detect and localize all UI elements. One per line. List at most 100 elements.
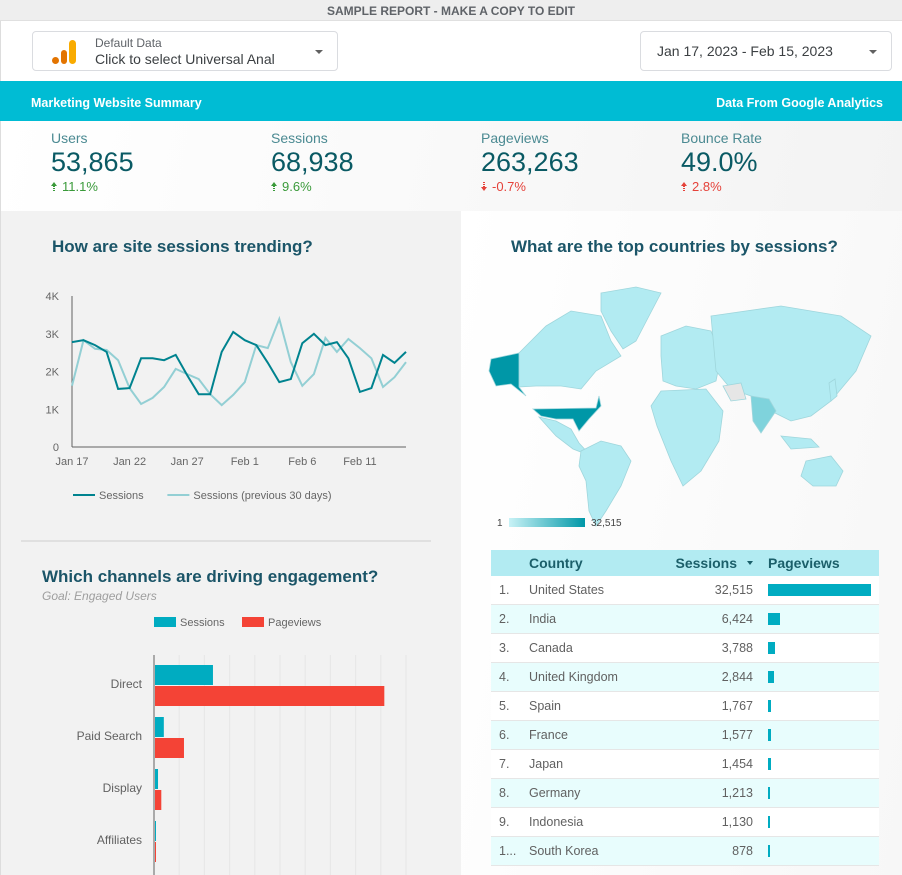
countries-table: Country Sessions Pageviews 1. United Stat… bbox=[491, 550, 879, 866]
country-south-america[interactable] bbox=[578, 440, 632, 527]
row-index: 7. bbox=[499, 757, 510, 771]
table-row[interactable]: 3. Canada 3,788 bbox=[491, 634, 879, 663]
sessions-geo-map[interactable]: 1 32,515 bbox=[461, 271, 902, 591]
date-range-picker[interactable]: Jan 17, 2023 - Feb 15, 2023 bbox=[640, 31, 892, 71]
kpi-value: 263,263 bbox=[481, 147, 579, 177]
channels-subtitle: Goal: Engaged Users bbox=[42, 589, 157, 603]
kpi-change-value: 2.8% bbox=[692, 179, 722, 194]
bar-affiliates-sessions[interactable] bbox=[155, 821, 156, 841]
row-pageviews bbox=[753, 671, 879, 683]
report-header: Marketing Website Summary Data From Goog… bbox=[0, 81, 902, 121]
row-index: 6. bbox=[499, 728, 510, 742]
google-analytics-icon bbox=[50, 39, 78, 65]
x-tick-label: Feb 11 bbox=[343, 456, 376, 468]
row-sessions: 1,213 bbox=[721, 786, 753, 800]
bar-direct-pageviews[interactable] bbox=[155, 686, 385, 706]
table-row[interactable]: 7. Japan 1,454 bbox=[491, 750, 879, 779]
pageviews-bar bbox=[768, 613, 781, 625]
category-label: Direct bbox=[111, 677, 143, 691]
data-source-value: Click to select Universal Anal bbox=[95, 51, 275, 67]
map-title: What are the top countries by sessions? bbox=[511, 237, 838, 256]
header-sessions-label: Sessions bbox=[675, 555, 737, 571]
table-header: Country Sessions Pageviews bbox=[491, 550, 879, 576]
bar-paid-search-pageviews[interactable] bbox=[155, 738, 184, 758]
controls-bar: Default Data Click to select Universal A… bbox=[0, 21, 902, 81]
row-pageviews bbox=[753, 845, 879, 857]
report-data-source: Data From Google Analytics bbox=[716, 96, 883, 110]
table-row[interactable]: 4. United Kingdom 2,844 bbox=[491, 663, 879, 692]
header-sessions[interactable]: Sessions bbox=[657, 555, 753, 571]
row-country: Indonesia bbox=[529, 815, 584, 829]
pageviews-bar bbox=[768, 584, 871, 596]
row-index: 1. bbox=[499, 583, 510, 597]
row-index: 1... bbox=[499, 844, 517, 858]
y-tick-label: 3K bbox=[46, 329, 60, 341]
kpi-users: Users 53,865 11.1% bbox=[51, 130, 134, 194]
x-tick-label: Feb 1 bbox=[231, 456, 259, 468]
pageviews-bar bbox=[768, 671, 775, 683]
kpi-label: Users bbox=[51, 130, 88, 146]
category-label: Affiliates bbox=[97, 833, 142, 847]
row-country: India bbox=[529, 612, 557, 626]
x-tick-label: Jan 27 bbox=[171, 456, 204, 468]
table-row[interactable]: 1. United States 32,515 bbox=[491, 576, 879, 605]
map-legend-gradient bbox=[509, 518, 585, 527]
bar-display-pageviews[interactable] bbox=[155, 790, 162, 810]
series-line-sessions-previous-30-days-[interactable] bbox=[71, 315, 407, 407]
series-line-sessions[interactable] bbox=[71, 330, 407, 396]
bar-affiliates-pageviews[interactable] bbox=[155, 842, 156, 862]
row-sessions: 878 bbox=[732, 844, 753, 858]
row-sessions: 1,454 bbox=[721, 757, 753, 771]
country-united-states[interactable] bbox=[531, 395, 602, 432]
header-country[interactable]: Country bbox=[529, 555, 657, 571]
bar-direct-sessions[interactable] bbox=[155, 665, 213, 685]
row-pageviews bbox=[753, 729, 879, 741]
arrow-down-icon bbox=[481, 182, 487, 191]
legend-label: Pageviews bbox=[268, 617, 322, 629]
row-pageviews bbox=[753, 758, 879, 770]
map-legend-max: 32,515 bbox=[591, 518, 622, 529]
data-source-selector[interactable]: Default Data Click to select Universal A… bbox=[32, 31, 338, 71]
x-tick-label: Jan 17 bbox=[55, 456, 88, 468]
row-sessions: 1,767 bbox=[721, 699, 753, 713]
country-indonesia[interactable] bbox=[780, 435, 820, 450]
table-row[interactable]: 6. France 1,577 bbox=[491, 721, 879, 750]
table-row[interactable]: 5. Spain 1,767 bbox=[491, 692, 879, 721]
country-canada[interactable] bbox=[518, 310, 622, 390]
data-source-label: Default Data bbox=[95, 36, 162, 50]
row-sessions: 1,130 bbox=[721, 815, 753, 829]
row-index: 8. bbox=[499, 786, 510, 800]
sessions-trend-chart[interactable]: 0 1K 2K 3K 4K Jan 17 Jan 22 Jan 27 Feb 1 Feb 6 Feb… bbox=[1, 211, 441, 511]
sample-report-banner: SAMPLE REPORT - MAKE A COPY TO EDIT bbox=[0, 0, 902, 21]
bar-display-sessions[interactable] bbox=[155, 769, 159, 789]
pageviews-bar bbox=[768, 845, 770, 857]
kpi-value: 49.0% bbox=[681, 147, 758, 177]
row-country: South Korea bbox=[529, 844, 599, 858]
country-australia[interactable] bbox=[800, 455, 844, 487]
row-pageviews bbox=[753, 613, 879, 625]
table-row[interactable]: 2. India 6,424 bbox=[491, 605, 879, 634]
row-index: 4. bbox=[499, 670, 510, 684]
left-panel: How are site sessions trending? 0 1K 2K 3K 4… bbox=[0, 211, 461, 875]
row-sessions: 2,844 bbox=[721, 670, 753, 684]
row-country: United Kingdom bbox=[529, 670, 618, 684]
kpi-pageviews: Pageviews 263,263 -0.7% bbox=[481, 130, 579, 194]
region-asia[interactable] bbox=[710, 305, 872, 422]
region-africa[interactable] bbox=[650, 388, 724, 487]
row-country: United States bbox=[529, 583, 605, 597]
pageviews-bar bbox=[768, 729, 772, 741]
table-row[interactable]: 9. Indonesia 1,130 bbox=[491, 808, 879, 837]
bar-paid-search-sessions[interactable] bbox=[155, 717, 164, 737]
channels-bar-chart[interactable]: Sessions Pageviews Direct Paid Search Displa… bbox=[1, 615, 441, 875]
region-europe[interactable] bbox=[660, 325, 722, 390]
table-row[interactable]: 8. Germany 1,213 bbox=[491, 779, 879, 808]
table-row[interactable]: 1... South Korea 878 bbox=[491, 837, 879, 866]
row-pageviews bbox=[753, 642, 879, 654]
kpi-change: 11.1% bbox=[51, 179, 134, 194]
row-country: Germany bbox=[529, 786, 581, 800]
arrow-up-icon bbox=[51, 182, 57, 191]
pageviews-bar bbox=[768, 816, 771, 828]
y-tick-label: 1K bbox=[46, 404, 60, 416]
row-country: France bbox=[529, 728, 568, 742]
header-pageviews[interactable]: Pageviews bbox=[753, 555, 879, 571]
